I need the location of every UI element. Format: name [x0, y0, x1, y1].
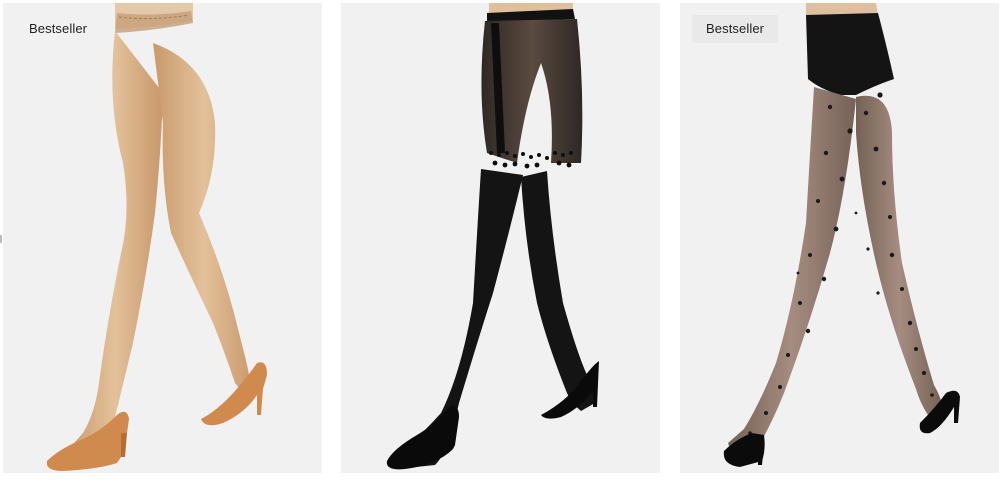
product-image-over-knee-tights[interactable]	[341, 3, 660, 473]
product-card-2[interactable]	[341, 3, 660, 473]
product-card-3[interactable]: Bestseller	[680, 3, 999, 473]
bestseller-badge: Bestseller	[692, 15, 779, 43]
product-card-1[interactable]: Bestseller	[3, 3, 322, 473]
product-image-nude-tights[interactable]	[3, 3, 322, 473]
scroll-edge-marker	[0, 235, 2, 243]
product-grid: Bestseller Bestseller	[0, 0, 1004, 480]
bestseller-badge: Bestseller	[15, 15, 102, 43]
product-image-polka-dot-tights[interactable]	[680, 3, 999, 473]
